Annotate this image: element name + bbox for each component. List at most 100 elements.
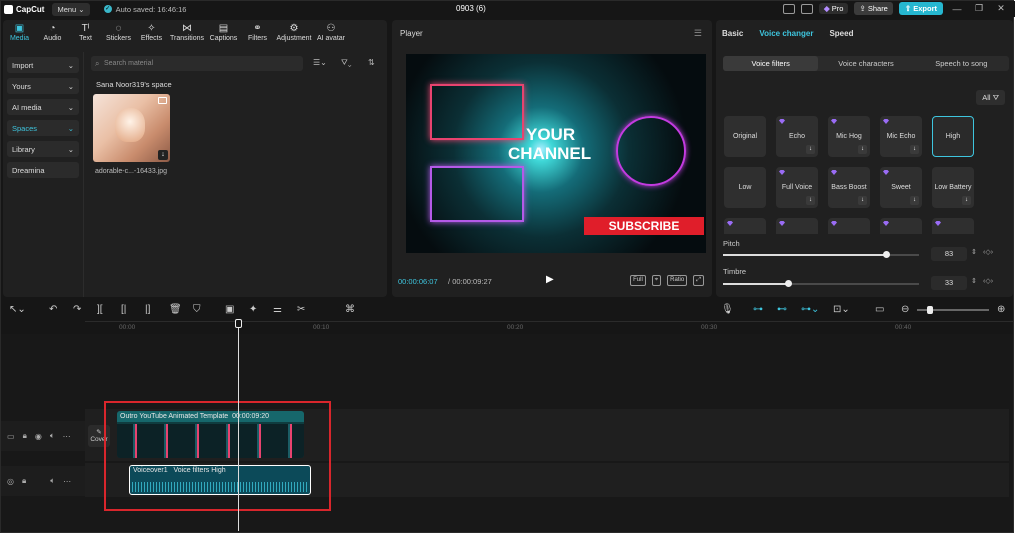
tab-speed[interactable]: Speed [829, 29, 853, 38]
zoom-in-icon[interactable]: ⊕ [997, 305, 1005, 315]
pitch-knob[interactable] [882, 251, 890, 258]
download-icon[interactable]: ↓ [806, 145, 815, 154]
sidebar-item-ai-media[interactable]: AI media ⌄ [7, 99, 79, 115]
tab-text[interactable]: Tᴵ Text [69, 20, 102, 50]
pitch-value[interactable]: 83 [931, 247, 967, 261]
video-preview[interactable]: YOUR CHANNEL SUBSCRIBE [406, 54, 706, 253]
play-button[interactable]: ▶ [546, 274, 554, 285]
download-icon[interactable]: ↓ [158, 150, 168, 160]
export-button[interactable]: ⇧ Export [898, 2, 943, 15]
download-icon[interactable]: ↓ [910, 196, 919, 205]
more-icon[interactable]: ⋯ [63, 432, 71, 441]
timbre-knob[interactable] [784, 280, 792, 287]
playhead-handle[interactable] [235, 319, 242, 328]
close-icon[interactable]: ✕ [993, 3, 1009, 14]
ai-edit-icon[interactable]: ⌘ [345, 305, 355, 315]
select-tool-icon[interactable]: ↖⌄ [9, 305, 26, 315]
redo-icon[interactable]: ↷ [73, 305, 81, 315]
audio-track-icon[interactable]: ◎ [7, 477, 14, 486]
media-thumbnail-kitten[interactable]: ↓ [93, 94, 170, 162]
sidebar-item-library[interactable]: Library ⌄ [7, 141, 79, 157]
timbre-value[interactable]: 33 [931, 276, 967, 290]
speaker-icon[interactable]: 🔈︎ [50, 431, 55, 441]
magnet-icon[interactable]: ⊷ [777, 305, 787, 315]
voice-filter-high[interactable]: High [932, 116, 974, 157]
fullscreen-quality-button[interactable]: Full [630, 275, 646, 286]
tab-effects[interactable]: ✧ Effects [135, 20, 168, 50]
voice-filter-original[interactable]: Original [724, 116, 766, 157]
voice-filter-voice[interactable]: Voice [880, 218, 922, 234]
delete-icon[interactable]: 🗑 [169, 305, 182, 315]
crop-icon[interactable]: ⌖ [651, 275, 662, 286]
pitch-slider[interactable] [723, 251, 919, 258]
voice-filter-super[interactable]: Super [724, 218, 766, 234]
voice-filter-low[interactable]: Low [724, 167, 766, 208]
voice-filter-music[interactable]: Music [776, 218, 818, 234]
expand-icon[interactable]: ⤢ [693, 275, 704, 286]
subtab-voice-filters[interactable]: Voice filters [723, 56, 819, 71]
restore-icon[interactable]: ❐ [971, 3, 987, 14]
tab-adjustment[interactable]: ⚙ Adjustment [274, 20, 314, 50]
pitch-keyframe-icon[interactable]: ‹◇› [983, 248, 993, 256]
download-icon[interactable]: ↓ [858, 196, 867, 205]
ratio-button[interactable]: Ratio [667, 275, 688, 286]
magic-icon[interactable]: ✦ [249, 305, 257, 315]
voice-filter-bass-boost[interactable]: Bass Boost ↓ [828, 167, 870, 208]
voice-filter-mic-echo[interactable]: Mic Echo ↓ [880, 116, 922, 157]
share-button[interactable]: ⇪ Share [854, 2, 893, 15]
timbre-keyframe-icon[interactable]: ‹◇› [983, 277, 993, 285]
linkage-icon[interactable]: ⊶⌄ [801, 305, 819, 315]
tab-filters[interactable]: ⚭ Filters [241, 20, 274, 50]
sidebar-item-spaces[interactable]: Spaces ⌄ [7, 120, 79, 136]
subtab-voice-characters[interactable]: Voice characters [818, 56, 913, 71]
player-menu-icon[interactable]: ☰ [694, 28, 702, 39]
sidebar-item-dreamina[interactable]: Dreamina [7, 162, 79, 178]
track-thumbnail-icon[interactable]: ▭ [7, 432, 15, 441]
filter-all-button[interactable]: All ⛛ [976, 90, 1005, 105]
more-icon[interactable]: ⋯ [63, 477, 71, 486]
pro-button[interactable]: ◆ Pro [818, 3, 849, 14]
voice-filter-sweet[interactable]: Sweet ↓ [880, 167, 922, 208]
tab-ai-avatar[interactable]: ⚇ AI avatar [314, 20, 348, 50]
adjust-icon[interactable]: ⚌ [273, 305, 282, 315]
tab-basic[interactable]: Basic [722, 29, 743, 38]
playhead-line[interactable] [238, 319, 239, 531]
tab-stickers[interactable]: ◌ Stickers [102, 20, 135, 50]
minimize-icon[interactable]: — [949, 4, 965, 14]
shortcuts-icon[interactable] [800, 3, 813, 14]
timbre-slider[interactable] [723, 280, 919, 287]
filter-icon[interactable]: ⛛⌄ [341, 58, 352, 68]
time-ruler[interactable] [85, 321, 1013, 333]
preview-axis-icon[interactable]: ⊡⌄ [833, 305, 850, 315]
fit-icon[interactable]: ▭ [875, 305, 884, 315]
tab-captions[interactable]: ▤ Captions [206, 20, 241, 50]
lock-icon[interactable]: 🔒︎ [22, 476, 26, 486]
voice-filter-full-voice[interactable]: Full Voice ↓ [776, 167, 818, 208]
microphone-icon[interactable]: 🎙 [721, 305, 734, 315]
search-input[interactable]: ⌕ Search material [91, 56, 303, 71]
tab-transitions[interactable]: ⋈ Transitions [168, 20, 206, 50]
link-main-track-icon[interactable]: ⊶ [753, 305, 763, 315]
tab-audio[interactable]: ◔ Audio [36, 20, 69, 50]
split-right-icon[interactable]: |] [145, 305, 150, 315]
zoom-knob[interactable] [927, 306, 933, 314]
download-icon[interactable]: ↓ [910, 145, 919, 154]
lock-icon[interactable]: 🔒︎ [23, 431, 27, 441]
media-add-icon[interactable]: ▣ [225, 305, 234, 315]
voice-filter-item[interactable] [828, 218, 870, 234]
sort-icon[interactable]: ⇅ [368, 58, 375, 67]
layout-icon[interactable] [782, 3, 795, 14]
tab-media[interactable]: ▣ Media [3, 20, 36, 50]
pitch-stepper-icon[interactable]: ⇕ [971, 248, 977, 256]
split-left-icon[interactable]: [| [121, 305, 126, 315]
download-icon[interactable]: ↓ [858, 145, 867, 154]
speaker-icon[interactable]: 🔈︎ [50, 476, 55, 486]
voice-filter-mic-hog[interactable]: Mic Hog ↓ [828, 116, 870, 157]
shield-icon[interactable]: ⛉ [193, 305, 201, 315]
voice-filter-item[interactable] [932, 218, 974, 234]
zoom-out-icon[interactable]: ⊖ [901, 305, 909, 315]
menu-button[interactable]: Menu ⌄ [52, 2, 90, 16]
download-icon[interactable]: ↓ [962, 196, 971, 205]
view-mode-icon[interactable]: ☰⌄ [313, 58, 327, 67]
sidebar-item-import[interactable]: Import ⌄ [7, 57, 79, 73]
